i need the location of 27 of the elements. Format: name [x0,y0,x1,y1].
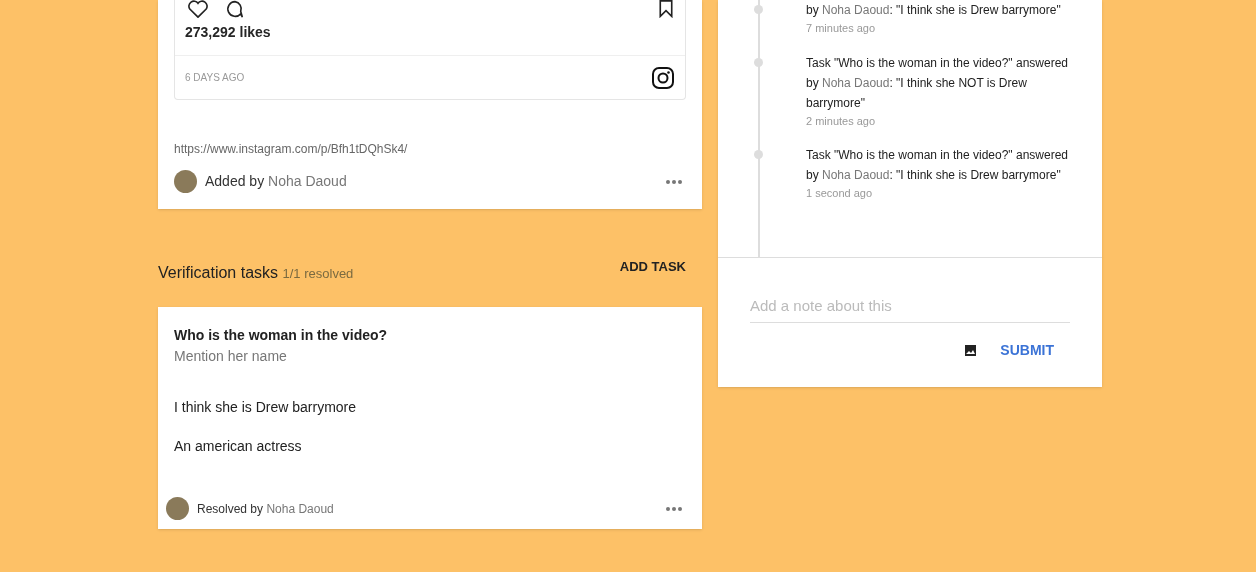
timeline-entry: Task "Who is the woman in the video?" answered by Noha Daoud: "I think she is Drew barrymore" [806,147,1069,184]
timeline-entry: by Noha Daoud: "I think she is Drew barrymore" [806,2,1062,19]
timeline-time: 7 minutes ago [806,21,877,36]
task-hint: Mention her name [174,347,288,366]
post-link[interactable]: https://www.instagram.com/p/Bfh1tDQhSk4/ [174,140,686,158]
task-answer: An american actress [174,437,303,456]
added-by-text: Added by Noha Daoud [205,172,347,191]
camera-icon[interactable] [651,65,675,90]
timeline-time: 1 second ago [806,186,874,201]
timeline-entry: Task "Who is the woman in the video?" answered by Noha Daoud: "I think she NOT is Drew barrymore" [806,54,1069,112]
image-icon[interactable] [965,344,977,356]
task-question: Who is the woman in the video? [174,326,389,345]
add-task-button[interactable]: ADD TASK [619,257,686,277]
avatar [174,170,197,193]
submit-button[interactable]: SUBMIT [1000,339,1054,361]
resolved-by-text: Resolved by Noha Daoud [197,500,334,518]
task-answer: I think she is Drew barrymore [174,398,358,417]
more-icon[interactable] [666,179,682,184]
bookmark-icon[interactable] [657,0,675,18]
note-field[interactable]: Add a note about this [750,295,1070,323]
heart-icon[interactable] [185,0,211,18]
section-title: Verification tasks 1/1 resolved [158,263,354,283]
likes-count: 273,292 likes [184,23,272,42]
more-icon[interactable] [666,506,682,511]
timeline-time: 2 minutes ago [806,113,877,129]
post-age: 6 DAYS AGO [185,71,245,85]
avatar [166,497,189,520]
